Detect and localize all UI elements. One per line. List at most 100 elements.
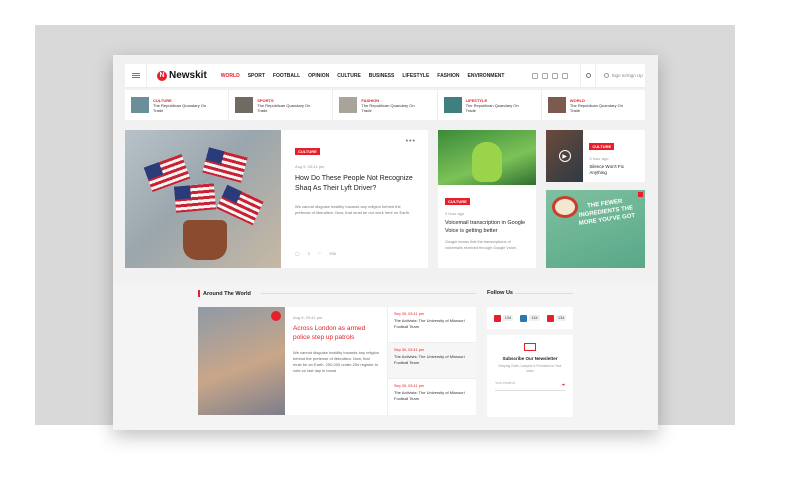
menu-item-business[interactable]: BUSINESS	[369, 73, 395, 79]
section-heading: Around The World	[198, 290, 251, 297]
social-icons	[532, 72, 569, 79]
user-icon	[604, 73, 610, 78]
list-item[interactable]: Sep 30, 03:41 pm The Activists: The Univ…	[388, 307, 476, 343]
facebook-icon[interactable]	[532, 72, 539, 79]
ticker-title: The Republican Quandary On Trade	[361, 102, 415, 113]
play-icon[interactable]: ▶	[558, 150, 571, 162]
signin-link[interactable]: Sign In/Sign Up	[604, 73, 643, 78]
heading-marker	[198, 290, 200, 297]
email-field[interactable]: Your email id ➔	[495, 381, 565, 391]
article-title[interactable]: Silence Won't Fix Anything	[589, 164, 639, 176]
video-card-body: CULTURE 3 hour ago Silence Won't Fix Any…	[583, 130, 645, 182]
list-title: The Activists: The University of Missour…	[394, 354, 465, 365]
list-item[interactable]: Sep 30, 03:41 pm The Activists: The Univ…	[388, 343, 476, 379]
article-card[interactable]: CULTURE 3 hour ago Voicemail transcripti…	[438, 130, 536, 268]
youtube-icon[interactable]	[552, 72, 559, 79]
follow-item[interactable]: 134	[546, 314, 567, 322]
logo[interactable]: N Newskit	[157, 70, 207, 81]
ticker-item[interactable]: WORLD The Republican Quandary On Trade	[542, 90, 645, 120]
follow-item[interactable]: 134	[493, 314, 513, 322]
main-menu: WORLD SPORT FOOTBALL OPINION CULTURE BUS…	[221, 73, 505, 79]
website-preview: N Newskit WORLD SPORT FOOTBALL OPINION C…	[113, 55, 658, 430]
ticker-thumbnail	[443, 97, 462, 113]
list-date: Sep 30, 03:41 pm	[394, 348, 424, 352]
article-excerpt: We cannot disguise hostility towards any…	[295, 204, 411, 215]
ticker-item[interactable]: LIFESTYLE The Republican Quandary On Trad…	[438, 90, 542, 120]
list-date: Sep 30, 03:41 pm	[394, 384, 424, 388]
linkedin-icon[interactable]	[562, 72, 569, 79]
article-date: Aug 5, 03:41 pm	[295, 164, 325, 169]
section-title: Around The World	[203, 290, 251, 297]
article-title[interactable]: How Do These People Not Recognize Shaq A…	[295, 174, 414, 194]
comment-count: 3	[307, 251, 310, 256]
more-options-icon[interactable]: •••	[406, 138, 416, 145]
advertisement[interactable]: THE FEWER INGREDIENTS THE MORE YOU'VE GO…	[546, 190, 645, 268]
search-button[interactable]	[580, 63, 597, 88]
article-title[interactable]: Across London as armed police step up pa…	[293, 324, 379, 342]
menu-item-lifestyle[interactable]: LIFESTYLE	[402, 73, 429, 79]
ticker-item[interactable]: SPORTS The Republican Quandary On Trade	[229, 90, 334, 120]
ticker-item[interactable]: CULTURE The Republican Quandary On Trade	[125, 90, 230, 120]
article-date: 3 hour ago	[589, 156, 609, 161]
portrait-image[interactable]	[198, 307, 285, 415]
video-card[interactable]: ▶ CULTURE 3 hour ago Silence Won't Fix A…	[546, 130, 645, 182]
top-navigation: N Newskit WORLD SPORT FOOTBALL OPINION C…	[125, 63, 645, 88]
ticker-title: The Republican Quandary On Trade	[465, 102, 519, 113]
list-title: The Activists: The University of Missour…	[394, 318, 465, 329]
ticker-title: The Republican Quandary On Trade	[153, 102, 207, 113]
facebook-icon	[493, 314, 501, 322]
menu-icon[interactable]	[125, 63, 147, 88]
menu-item-world[interactable]: WORLD	[221, 73, 240, 79]
category-badge[interactable]: CULTURE	[295, 148, 320, 155]
category-badge[interactable]: CULTURE	[445, 198, 470, 205]
submit-arrow-icon[interactable]: ➔	[562, 382, 565, 387]
category-badge[interactable]: CULTURE	[589, 143, 615, 150]
menu-item-fashion[interactable]: FASHION	[437, 73, 459, 79]
newsletter-widget: Subscribe Our Newsletter Keeping Gods, L…	[487, 335, 573, 417]
follower-count: 134	[502, 315, 513, 321]
menu-item-opinion[interactable]: OPINION	[308, 73, 329, 79]
ad-text: THE FEWER INGREDIENTS THE MORE YOU'VE GO…	[578, 198, 636, 227]
article-excerpt: Google knows that the transcriptions of …	[445, 240, 517, 250]
view-count: 936	[329, 251, 336, 256]
around-world-block: Aug 5, 03:41 pm Across London as armed p…	[198, 307, 476, 415]
menu-item-culture[interactable]: CULTURE	[337, 73, 361, 79]
newsletter-description: Keeping Gods, Lawyers & Freedoms to Your…	[498, 364, 562, 373]
article-stats: ◯ 3 ♡ 936	[295, 251, 336, 256]
follow-item[interactable]: 134	[520, 314, 540, 322]
featured-article[interactable]: CULTURE Aug 5, 03:41 pm How Do These Peo…	[125, 130, 428, 268]
twitter-icon[interactable]	[542, 72, 549, 79]
flag-shape	[173, 183, 217, 213]
divider	[515, 293, 573, 294]
ticker-item[interactable]: FASHION The Republican Quandary On Trade	[333, 90, 438, 120]
article-image	[438, 130, 536, 185]
article-card-body: CULTURE 3 hour ago Voicemail transcripti…	[438, 185, 536, 256]
follow-widget: 134 134 134	[487, 307, 573, 329]
ad-choices-icon[interactable]	[638, 192, 643, 197]
follow-heading: Follow Us	[487, 290, 513, 296]
menu-item-environment[interactable]: ENVIRONMENT	[468, 73, 505, 79]
view-icon: ♡	[317, 251, 322, 256]
logo-mark: N	[157, 70, 167, 81]
list-date: Sep 30, 03:41 pm	[394, 312, 424, 316]
featured-image	[125, 130, 281, 268]
share-icon[interactable]	[271, 311, 281, 321]
news-ticker: CULTURE The Republican Quandary On Trade …	[125, 90, 645, 120]
menu-item-football[interactable]: FOOTBALL	[273, 73, 300, 79]
search-icon	[585, 73, 591, 78]
world-main-article[interactable]: Aug 5, 03:41 pm Across London as armed p…	[285, 307, 387, 415]
ticker-title: The Republican Quandary On Trade	[257, 102, 311, 113]
article-title[interactable]: Voicemail transcription in Google Voice …	[445, 219, 529, 235]
logo-text: Newskit	[169, 70, 207, 81]
list-item[interactable]: Sep 30, 03:41 pm The Activists: The Univ…	[388, 379, 476, 415]
email-placeholder: Your email id	[495, 381, 516, 385]
menu-item-sport[interactable]: SPORT	[248, 73, 265, 79]
article-excerpt: We cannot disguise hostility towards any…	[293, 350, 379, 373]
flower-pot	[183, 220, 227, 260]
follower-count: 134	[529, 315, 540, 321]
divider	[261, 293, 476, 294]
featured-body: CULTURE Aug 5, 03:41 pm How Do These Peo…	[281, 130, 428, 268]
ticker-thumbnail	[131, 97, 149, 113]
ticker-thumbnail	[547, 97, 566, 113]
article-date: Aug 5, 03:41 pm	[293, 315, 323, 320]
